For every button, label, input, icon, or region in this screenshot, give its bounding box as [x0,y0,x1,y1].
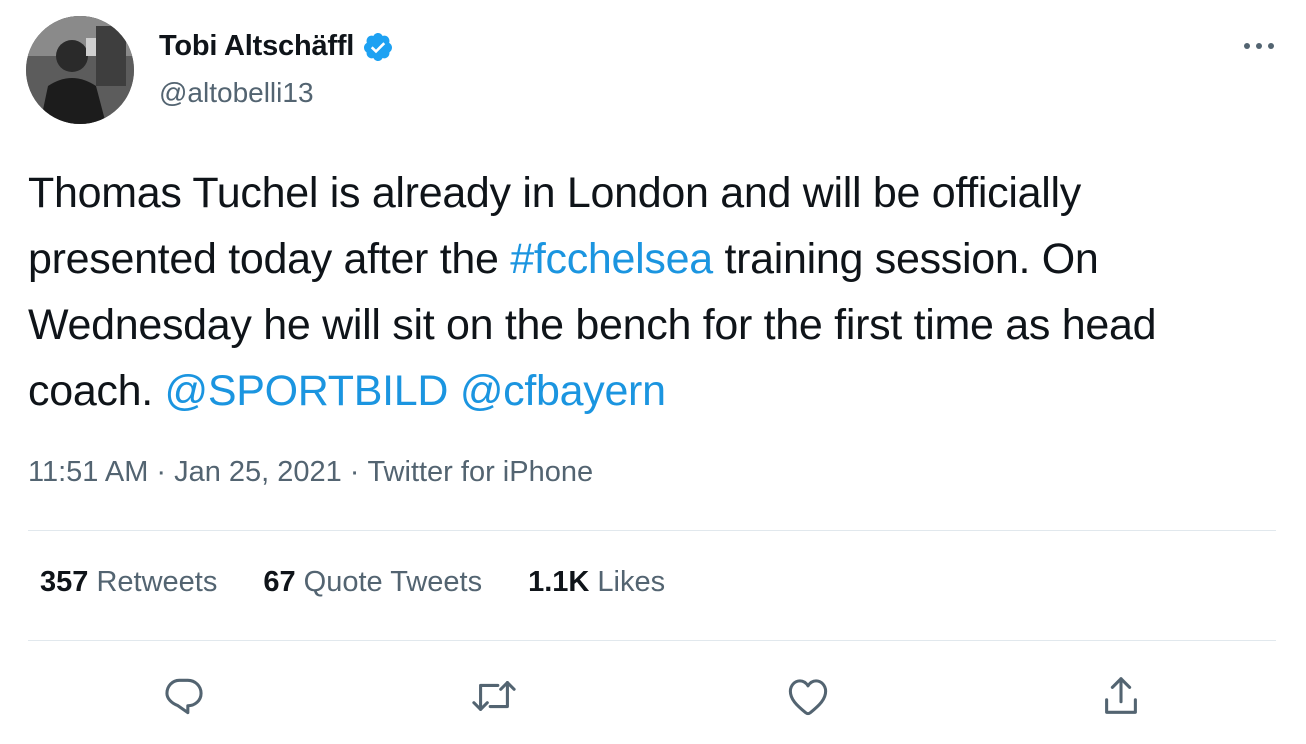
heart-icon [788,679,828,716]
divider [28,530,1276,531]
retweet-icon [472,681,516,711]
action-bar [0,668,1306,724]
like-button[interactable] [780,668,836,724]
reply-button[interactable] [156,668,212,724]
author-name-row[interactable]: Tobi Altschäffl [159,30,394,63]
meta-separator: · [156,456,167,488]
likes-label: Likes [597,566,666,598]
verified-badge-icon [362,31,394,63]
tweet-date[interactable]: Jan 25, 2021 [174,456,342,488]
meta-separator: · [349,456,360,488]
hashtag-link[interactable]: #fcchelsea [510,235,713,283]
tweet-source[interactable]: Twitter for iPhone [367,456,593,488]
author-name[interactable]: Tobi Altschäffl [159,30,354,63]
tweet-time[interactable]: 11:51 AM [28,456,148,488]
likes-stat[interactable]: 1.1K Likes [528,566,665,599]
share-icon [1105,677,1137,714]
retweets-count: 357 [40,566,89,598]
reply-icon [165,678,203,715]
avatar[interactable] [26,16,134,124]
more-icon [1244,43,1274,49]
more-options-button[interactable] [1234,26,1284,66]
quote-tweets-count: 67 [263,566,296,598]
tweet-meta: 11:51 AM · Jan 25, 2021 · Twitter for iPhone [28,456,593,489]
tweet-text: Thomas Tuchel is already in London and w… [28,160,1278,424]
retweet-button[interactable] [466,668,522,724]
tweet-text-space [448,367,460,415]
share-button[interactable] [1093,668,1149,724]
retweets-label: Retweets [96,566,218,598]
author-handle[interactable]: @altobelli13 [159,77,314,109]
likes-count: 1.1K [528,566,590,598]
quote-tweets-label: Quote Tweets [303,566,483,598]
tweet-stats: 357 Retweets 67 Quote Tweets 1.1K Likes [40,566,711,599]
divider [28,640,1276,641]
retweets-stat[interactable]: 357 Retweets [40,566,217,599]
mention-link-cfbayern[interactable]: @cfbayern [460,367,666,415]
mention-link-sportbild[interactable]: @SPORTBILD [165,367,449,415]
quote-tweets-stat[interactable]: 67 Quote Tweets [263,566,482,599]
